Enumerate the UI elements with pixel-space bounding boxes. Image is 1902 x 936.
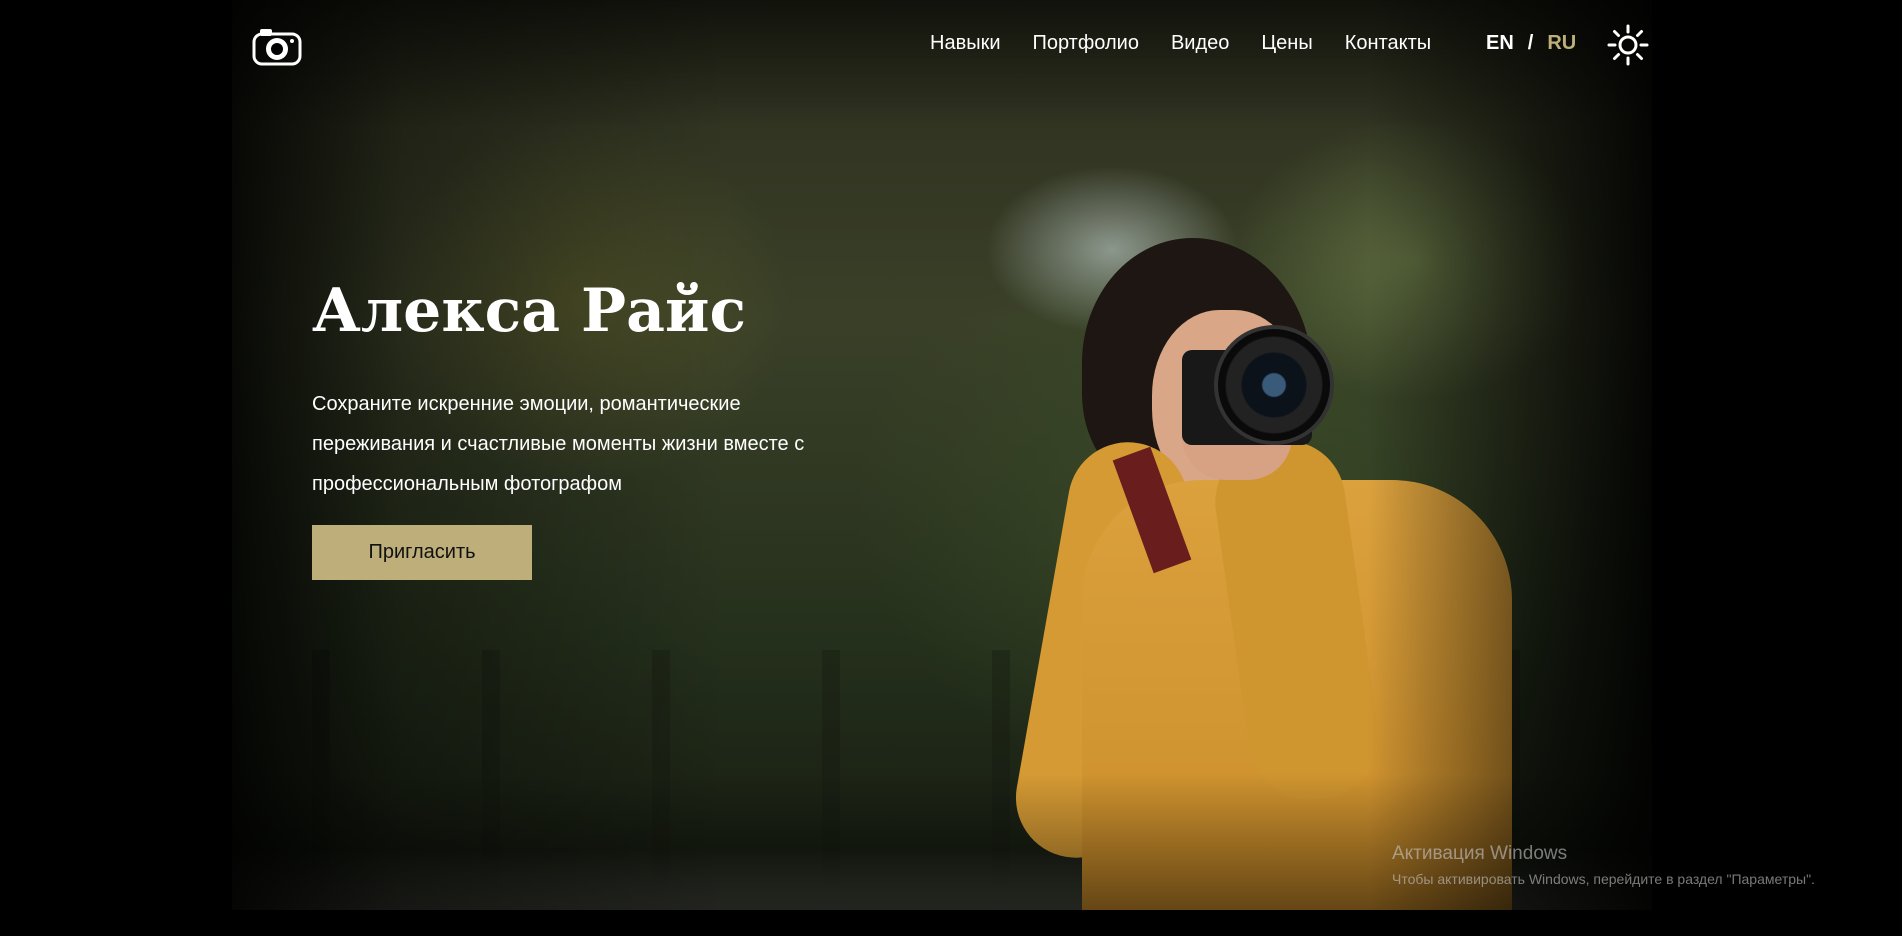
- lang-en[interactable]: EN: [1486, 32, 1514, 55]
- sun-icon[interactable]: [1607, 24, 1649, 66]
- lang-ru[interactable]: RU: [1547, 32, 1576, 55]
- nav-skills[interactable]: Навыки: [930, 32, 1001, 55]
- hero-subtitle: Сохраните искренние эмоции, романтически…: [312, 393, 805, 495]
- nav-video[interactable]: Видео: [1171, 32, 1229, 55]
- camera-icon[interactable]: [252, 26, 302, 66]
- hero-title: Алекса Райс: [312, 276, 747, 346]
- windows-activation-watermark: Активация Windows Чтобы активировать Win…: [1392, 843, 1815, 887]
- nav-prices[interactable]: Цены: [1261, 32, 1312, 55]
- lang-separator: /: [1527, 32, 1534, 54]
- language-switcher: EN / RU: [1486, 32, 1576, 55]
- page: Навыки Портфолио Видео Цены Контакты EN …: [0, 0, 1902, 936]
- invite-button[interactable]: Пригласить: [312, 525, 532, 580]
- nav-contacts[interactable]: Контакты: [1345, 32, 1431, 55]
- watermark-title: Активация Windows: [1392, 843, 1568, 864]
- nav-portfolio[interactable]: Портфолио: [1033, 32, 1139, 55]
- main-nav: Навыки Портфолио Видео Цены Контакты: [930, 32, 1463, 55]
- watermark-text: Чтобы активировать Windows, перейдите в …: [1392, 871, 1815, 887]
